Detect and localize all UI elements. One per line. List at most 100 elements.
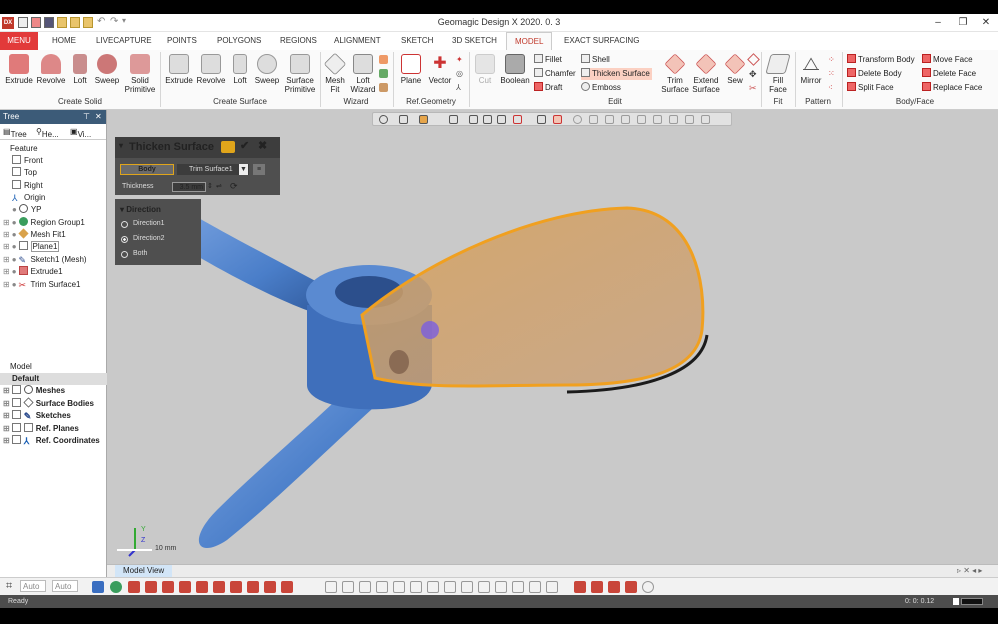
wizard-extra-icon[interactable] (379, 69, 388, 78)
tree-item-extrude1[interactable]: ⊞ ● Extrude1 (3, 266, 63, 278)
display-icon[interactable] (625, 581, 637, 593)
display-icon[interactable] (574, 581, 586, 593)
tab-nav-icon[interactable]: ▹ ✕ ◂ ▸ (957, 566, 982, 575)
select-polygon-icon[interactable] (589, 115, 598, 124)
tab-alignment[interactable]: ALIGNMENT (334, 32, 381, 50)
snap-icon[interactable] (376, 581, 388, 593)
snap-icon[interactable] (444, 581, 456, 593)
tab-model-view[interactable]: Model View (115, 565, 173, 577)
region-select-icon[interactable] (110, 581, 122, 593)
selection-marker[interactable] (421, 321, 439, 339)
model-default-row[interactable]: Default (0, 373, 107, 385)
surface-primitive-button[interactable]: Surface Primitive (282, 54, 318, 94)
chamfer-button[interactable]: Chamfer (534, 68, 576, 80)
tree-item-plane1[interactable]: ⊞ ● Plane1 (3, 241, 60, 253)
view-orbit-icon[interactable] (379, 115, 388, 124)
filter-icon[interactable] (128, 581, 140, 593)
expand-icon[interactable]: ⊞ (3, 218, 10, 227)
snap-icon[interactable] (512, 581, 524, 593)
tab-livecapture[interactable]: LIVECAPTURE (96, 32, 152, 50)
surface-sweep-button[interactable]: Sweep (252, 54, 282, 85)
select-brush-icon[interactable] (621, 115, 630, 124)
visibility-dot-icon[interactable]: ● (12, 280, 17, 289)
solid-revolve-button[interactable]: Revolve (36, 54, 66, 85)
tree-item-region-group1[interactable]: ⊞ ● Region Group1 (3, 217, 85, 229)
direction2-radio[interactable] (121, 236, 128, 243)
view-cube-icon[interactable] (449, 115, 458, 124)
view-box-icon[interactable] (399, 115, 408, 124)
extend-surface-button[interactable]: Extend Surface (690, 53, 722, 94)
flip-icon[interactable]: ⇌ (216, 182, 222, 190)
expand-icon[interactable]: ⊞ (3, 242, 10, 251)
snap-icon[interactable] (325, 581, 337, 593)
surface-extrude-button[interactable]: Extrude (163, 54, 195, 85)
snap-icon[interactable] (359, 581, 371, 593)
visibility-dot-icon[interactable]: ● (12, 255, 17, 264)
snap-icon[interactable] (495, 581, 507, 593)
split-face-button[interactable]: Split Face (847, 82, 894, 94)
select-rect-icon[interactable] (553, 115, 562, 124)
display-icon[interactable] (642, 581, 654, 593)
expand-icon[interactable]: ⊞ (3, 230, 10, 239)
direction1-radio[interactable] (121, 221, 128, 228)
select-lasso-icon[interactable] (605, 115, 614, 124)
tab-points[interactable]: POINTS (167, 32, 197, 50)
both-radio[interactable] (121, 251, 128, 258)
filter-icon[interactable] (230, 581, 242, 593)
plane-button[interactable]: Plane (397, 54, 425, 85)
select-all-icon[interactable] (701, 115, 710, 124)
draft-button[interactable]: Draft (534, 82, 562, 94)
model-item-ref-planes[interactable]: ⊞ Ref. Planes (3, 423, 79, 435)
spinner-icon[interactable]: ⇕ (207, 182, 213, 190)
delete-body-button[interactable]: Delete Body (847, 68, 902, 80)
curve-pattern-icon[interactable]: ⁖ (828, 83, 833, 92)
delete-face-button[interactable]: Delete Face (922, 68, 976, 80)
panel-close-icon[interactable]: ✕ (95, 110, 102, 124)
sew-button[interactable]: Sew (722, 53, 748, 85)
minimize-icon[interactable]: – (930, 16, 946, 29)
checkbox-icon[interactable] (11, 423, 21, 432)
filter-icon[interactable] (196, 581, 208, 593)
cut-button[interactable]: Cut (473, 54, 497, 85)
model-viewport[interactable]: Y Z 10 mm ▾ Thicken Surface ✔ ✖ Body Tri… (107, 110, 998, 564)
confirm-icon[interactable]: ✔ (240, 139, 249, 152)
checkbox-icon[interactable] (11, 398, 21, 407)
tree-item-right[interactable]: Right (12, 180, 43, 192)
tab-regions[interactable]: REGIONS (280, 32, 317, 50)
filter-icon[interactable] (179, 581, 191, 593)
transform-body-button[interactable]: Transform Body (847, 54, 915, 66)
tab-model[interactable]: MODEL (506, 32, 553, 50)
wizard-extra-icon[interactable] (379, 55, 388, 64)
restore-icon[interactable]: ❐ (955, 16, 971, 29)
select-fill-icon[interactable] (637, 115, 646, 124)
surface-loft-button[interactable]: Loft (228, 54, 252, 85)
filter-icon[interactable] (247, 581, 259, 593)
fill-face-button[interactable]: Fill Face (764, 54, 792, 94)
expand-icon[interactable]: ⊞ (3, 255, 10, 264)
checkbox-icon[interactable] (11, 435, 21, 444)
view-front-icon[interactable] (469, 115, 478, 124)
visibility-dot-icon[interactable]: ● (12, 242, 17, 251)
wizard-extra-icon[interactable] (379, 83, 388, 92)
linear-pattern-icon[interactable]: ⁘ (828, 55, 835, 64)
filter-icon[interactable] (281, 581, 293, 593)
tab-history[interactable]: ⚲ He... (36, 127, 59, 139)
polyline-icon[interactable]: ◎ (456, 69, 463, 78)
tree-item-sketch1[interactable]: ⊞ ● ✎ Sketch1 (Mesh) (3, 254, 87, 266)
mirror-button[interactable]: ⧍ Mirror (797, 54, 825, 85)
emboss-button[interactable]: Emboss (581, 82, 621, 94)
checkbox-icon[interactable] (11, 410, 21, 419)
auto-select-1[interactable]: Auto (20, 580, 46, 592)
solid-loft-button[interactable]: Loft (68, 54, 92, 85)
fillet-button[interactable]: Fillet (534, 54, 562, 66)
snap-icon[interactable] (427, 581, 439, 593)
list-icon[interactable]: ≡ (253, 164, 265, 175)
expand-icon[interactable]: ⊞ (3, 386, 10, 395)
move-icon[interactable]: ✥ (749, 69, 757, 80)
snap-icon[interactable] (529, 581, 541, 593)
visibility-dot-icon[interactable]: ● (12, 205, 17, 214)
replace-face-button[interactable]: Replace Face (922, 82, 982, 94)
filter-icon[interactable] (264, 581, 276, 593)
expand-icon[interactable]: ⊞ (3, 399, 10, 408)
select-clear-icon[interactable] (669, 115, 678, 124)
